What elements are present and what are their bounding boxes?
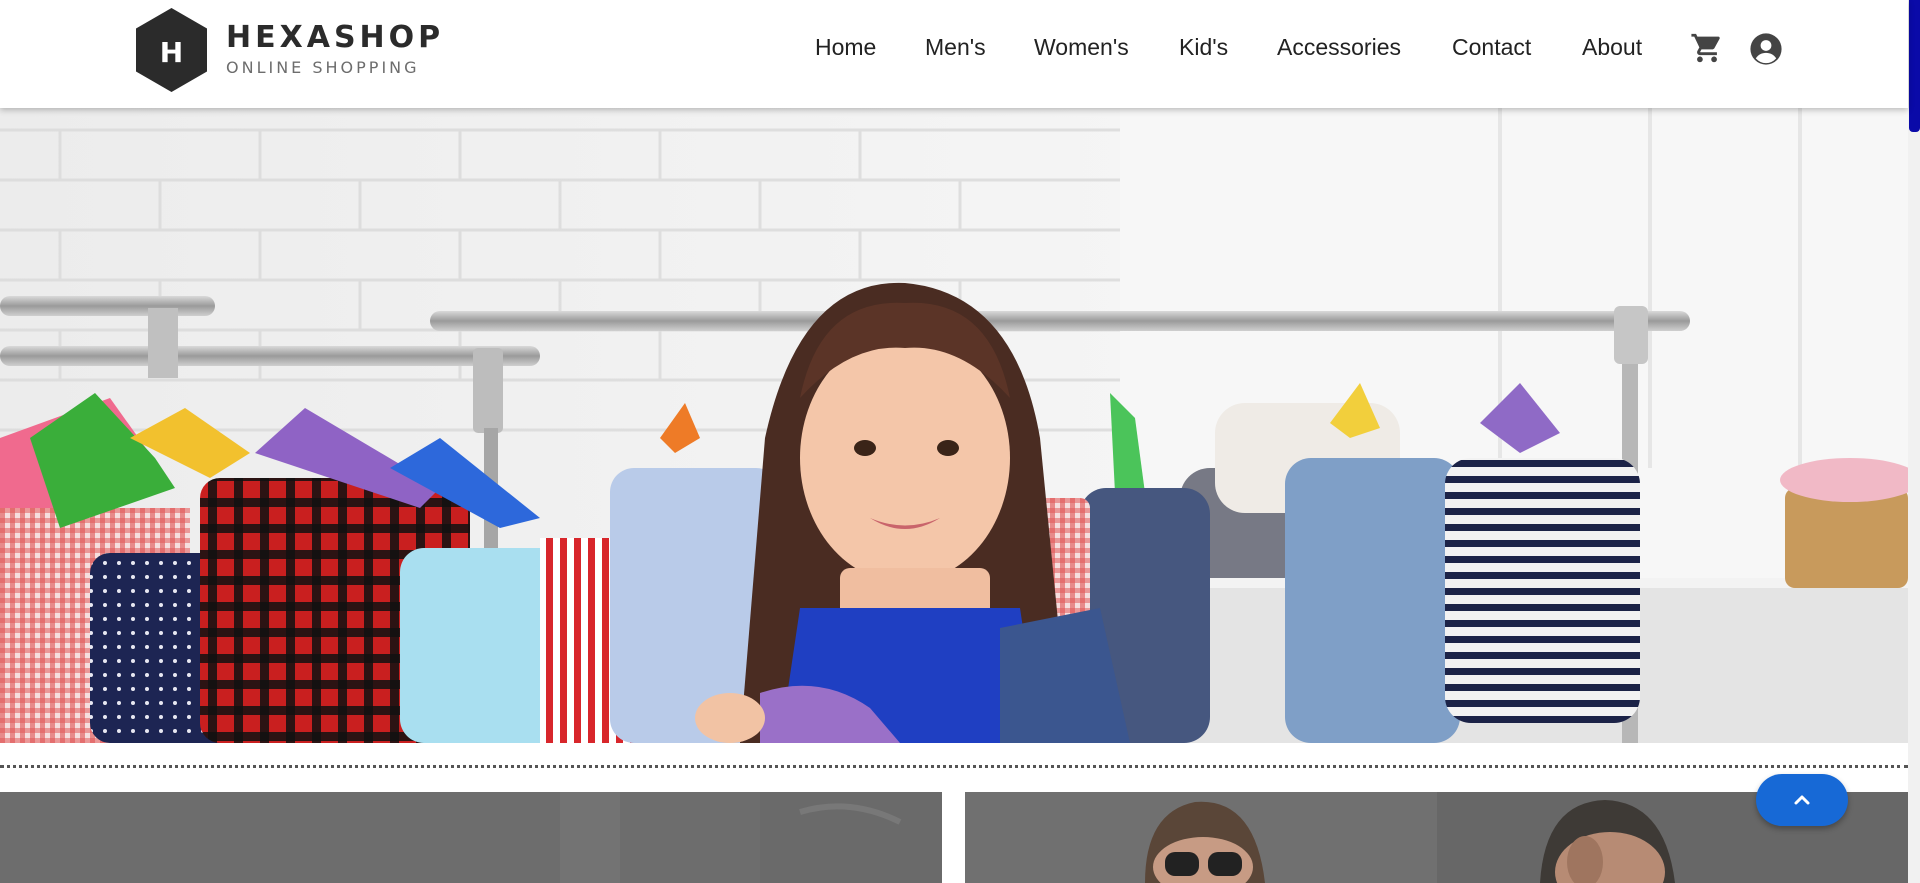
nav-mens[interactable]: Men's xyxy=(925,34,986,61)
brand-logo[interactable]: H HEXASHOP ONLINE SHOPPING xyxy=(133,6,444,94)
hero-image xyxy=(0,108,1908,743)
brand-name: HEXASHOP xyxy=(226,20,445,55)
chevron-up-icon xyxy=(1794,795,1810,805)
nav-about[interactable]: About xyxy=(1582,34,1642,61)
nav-womens[interactable]: Women's xyxy=(1034,34,1129,61)
logo-letter: H xyxy=(160,36,183,69)
account-icon[interactable] xyxy=(1749,32,1783,66)
scrollbar-thumb[interactable] xyxy=(1909,0,1920,132)
cart-icon[interactable] xyxy=(1690,31,1724,65)
logo-text: HEXASHOP ONLINE SHOPPING xyxy=(226,21,444,79)
category-card-left[interactable] xyxy=(0,792,942,883)
category-image-left xyxy=(0,792,942,883)
nav-kids[interactable]: Kid's xyxy=(1179,34,1228,61)
hero-banner xyxy=(0,108,1908,743)
nav-home[interactable]: Home xyxy=(815,34,876,61)
nav-contact[interactable]: Contact xyxy=(1452,34,1531,61)
scrollbar-track[interactable] xyxy=(1908,0,1920,883)
hexagon-logo-icon: H xyxy=(136,8,207,92)
back-to-top-button[interactable] xyxy=(1756,774,1848,826)
brand-tagline: ONLINE SHOPPING xyxy=(226,58,420,77)
site-header: H HEXASHOP ONLINE SHOPPING Home Men's Wo… xyxy=(0,0,1908,108)
nav-accessories[interactable]: Accessories xyxy=(1277,34,1401,61)
page: H HEXASHOP ONLINE SHOPPING Home Men's Wo… xyxy=(0,0,1920,883)
section-divider xyxy=(0,765,1908,768)
